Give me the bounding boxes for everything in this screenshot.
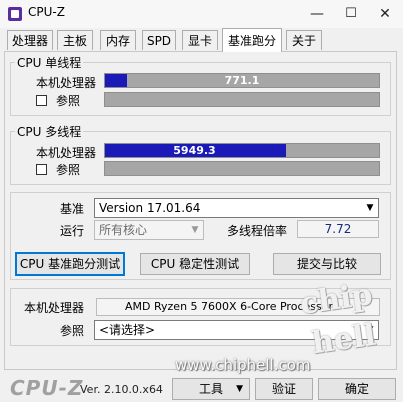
- close-button[interactable]: ✕: [368, 3, 402, 25]
- multi-reference-checkbox[interactable]: [36, 164, 47, 175]
- multi-this-cpu-label: 本机处理器: [36, 146, 97, 160]
- cpuz-brand: CPU-Z: [10, 376, 84, 400]
- stress-cpu-button[interactable]: CPU 稳定性测试: [140, 253, 250, 275]
- chevron-down-icon: ▼: [191, 225, 199, 235]
- tab-memory[interactable]: 内存: [100, 30, 136, 50]
- multi-ratio-value: 7.72: [297, 220, 379, 238]
- submit-compare-button[interactable]: 提交与比较: [273, 253, 381, 275]
- chevron-down-icon: ▼: [366, 203, 374, 213]
- title-bar: CPU-Z — ☐ ✕: [0, 0, 403, 28]
- multi-reference-label: 参照: [56, 163, 81, 177]
- threads-label: 运行: [60, 224, 85, 238]
- multi-reference-bar: [104, 161, 380, 176]
- single-this-cpu-score: 771.1: [224, 74, 260, 87]
- single-reference-label: 参照: [56, 94, 81, 108]
- tab-about[interactable]: 关于: [286, 30, 322, 50]
- single-reference-bar: [104, 92, 380, 107]
- maximize-button[interactable]: ☐: [334, 3, 368, 25]
- baseline-value: Version 17.01.64: [99, 201, 201, 215]
- window-title: CPU-Z: [28, 5, 65, 19]
- multi-thread-title: CPU 多线程: [15, 123, 84, 140]
- chevron-down-icon: ▼: [236, 384, 243, 394]
- chiphell-url-watermark: www.chiphell.com: [175, 356, 311, 374]
- multi-this-cpu-score: 5949.3: [173, 144, 216, 157]
- tab-graphics[interactable]: 显卡: [182, 30, 218, 50]
- threads-select[interactable]: 所有核心 ▼: [94, 220, 204, 240]
- bench-cpu-button[interactable]: CPU 基准跑分测试: [15, 252, 125, 276]
- single-reference-checkbox[interactable]: [36, 95, 47, 106]
- cpuz-app-icon: [8, 7, 22, 21]
- reference-value: <请选择>: [99, 323, 156, 337]
- validate-button[interactable]: 验证: [255, 378, 313, 400]
- tab-mainboard[interactable]: 主板: [57, 30, 93, 50]
- single-thread-title: CPU 单线程: [15, 54, 84, 71]
- minimize-button[interactable]: —: [300, 3, 334, 25]
- tools-button[interactable]: 工具 ▼: [172, 378, 250, 400]
- compare-reference-label: 参照: [60, 324, 85, 338]
- tab-spd[interactable]: SPD: [142, 30, 176, 50]
- tools-label: 工具: [198, 382, 223, 396]
- single-this-cpu-label: 本机处理器: [36, 76, 97, 90]
- compare-this-cpu-label: 本机处理器: [24, 301, 85, 315]
- tab-strip: 处理器 主板 内存 SPD 显卡 基准跑分 关于: [0, 28, 403, 52]
- multi-ratio-label: 多线程倍率: [227, 224, 288, 238]
- threads-value: 所有核心: [99, 223, 148, 237]
- tab-bench[interactable]: 基准跑分: [222, 28, 282, 52]
- baseline-select[interactable]: Version 17.01.64 ▼: [94, 198, 379, 218]
- baseline-label: 基准: [60, 202, 85, 216]
- ok-button[interactable]: 确定: [318, 378, 396, 400]
- tab-processor[interactable]: 处理器: [7, 30, 53, 50]
- version-label: Ver. 2.10.0.x64: [80, 383, 163, 396]
